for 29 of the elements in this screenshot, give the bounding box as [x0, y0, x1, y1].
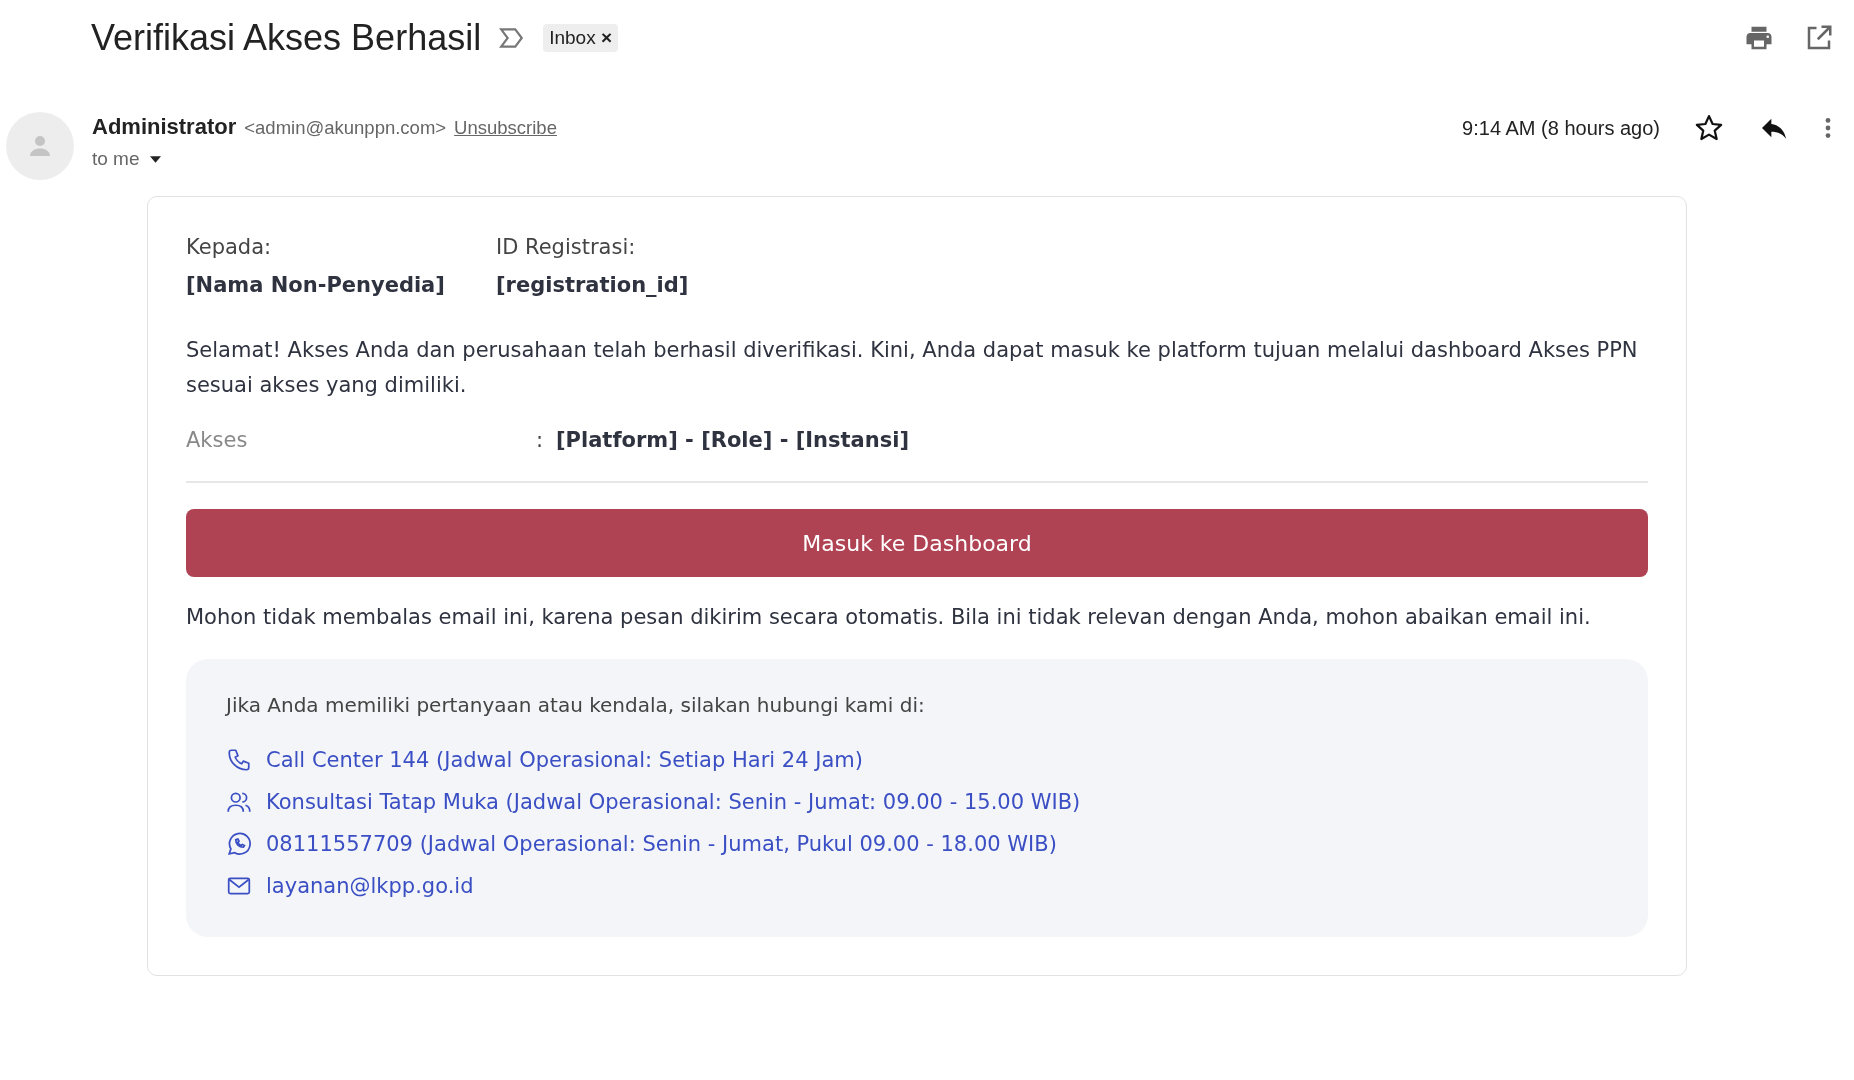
recipient-text: to me	[92, 148, 140, 170]
inbox-label[interactable]: Inbox ×	[543, 24, 619, 52]
phone-icon	[226, 747, 252, 773]
field-label: Kepada:	[186, 235, 273, 259]
email-subject: Verifikasi Akses Berhasil	[91, 17, 482, 59]
sender-name: Administrator	[92, 114, 237, 140]
access-value: [Platform] - [Role] - [Instansi]	[556, 428, 910, 452]
field-value: [Nama Non-Penyedia]	[186, 273, 446, 297]
unsubscribe-link[interactable]: Unsubscribe	[454, 117, 557, 139]
sender-email: <admin@akunppn.com>	[244, 117, 447, 139]
contact-link[interactable]: Konsultasi Tatap Muka (Jadwal Operasional: Senin - Jumat: 09.00 - 15.00 WIB)	[266, 790, 1081, 814]
more-options-icon[interactable]	[1824, 115, 1832, 141]
chat-bubble-phone-icon	[226, 831, 252, 857]
contact-intro: Jika Anda memiliki pertanyaan atau kendala, silakan hubungi kami di:	[226, 693, 926, 717]
importance-marker-icon[interactable]	[499, 27, 526, 49]
star-icon[interactable]	[1694, 113, 1724, 143]
remove-label-button[interactable]: ×	[600, 27, 613, 48]
contact-link[interactable]: 08111557709 (Jadwal Operasional: Senin - Jumat, Pukul 09.00 - 18.00 WIB)	[266, 832, 1057, 856]
field-label: ID Registrasi:	[496, 235, 637, 259]
contact-link[interactable]: Call Center 144 (Jadwal Operasional: Setiap Hari 24 Jam)	[266, 748, 863, 772]
field-value: [registration_id]	[496, 273, 690, 297]
access-label: Akses	[186, 428, 249, 452]
received-time: 9:14 AM (8 hours ago)	[1462, 116, 1660, 140]
dashboard-button[interactable]: Masuk ke Dashboard	[186, 509, 1648, 577]
notice-text: Mohon tidak membalas email ini, karena pesan dikirim secara otomatis. Bila ini tidak relevan dengan Anda, mohon abaikan email ini.	[186, 605, 1592, 629]
message-text: Selamat! Akses Anda dan perusahaan telah berhasil diverifikasi. Kini, Anda dapat masuk ke platform tujuan melalui dashboard Akses PPN sesuai akses yang dimiliki.	[186, 337, 1639, 399]
dropdown-caret-icon[interactable]	[149, 155, 161, 163]
access-separator: :	[536, 428, 545, 452]
contact-link[interactable]: layanan@lkpp.go.id	[266, 874, 474, 898]
